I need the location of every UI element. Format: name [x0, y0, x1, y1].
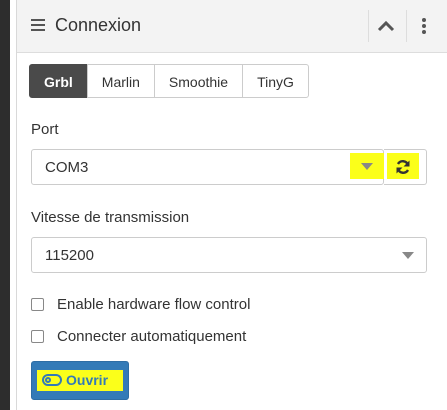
open-button[interactable]: Ouvrir: [31, 361, 129, 400]
connection-widget: Connexion Grbl Marlin Smoothie TinyG Por…: [16, 0, 447, 410]
widget-header: Connexion: [17, 0, 447, 53]
baud-rate-value: 115200: [45, 247, 94, 264]
tab-grbl[interactable]: Grbl: [29, 64, 88, 98]
tab-marlin[interactable]: Marlin: [86, 64, 155, 98]
chevron-up-icon: [377, 20, 395, 32]
baud-rate-select[interactable]: 115200: [31, 237, 427, 273]
caret-down-icon: [361, 163, 373, 170]
auto-connect-checkbox[interactable]: [31, 330, 44, 343]
open-button-label: Ouvrir: [66, 372, 109, 388]
port-value: COM3: [45, 159, 89, 176]
toggle-off-icon: [42, 374, 62, 386]
more-vertical-icon: [422, 18, 426, 34]
tab-smoothie[interactable]: Smoothie: [153, 64, 244, 98]
bars-icon[interactable]: [31, 19, 45, 31]
port-select[interactable]: COM3: [31, 149, 384, 185]
controller-tabs: Grbl Marlin Smoothie TinyG: [29, 64, 309, 98]
port-label: Port: [31, 121, 59, 138]
caret-down-icon: [402, 252, 414, 259]
refresh-icon: [396, 160, 410, 174]
tab-tinyg[interactable]: TinyG: [242, 64, 309, 98]
flow-control-checkbox[interactable]: [31, 298, 44, 311]
more-options-button[interactable]: [406, 10, 441, 42]
flow-control-option[interactable]: Enable hardware flow control: [31, 296, 250, 313]
refresh-ports-button[interactable]: [384, 149, 427, 185]
auto-connect-option[interactable]: Connecter automatiquement: [31, 328, 246, 345]
auto-connect-label: Connecter automatiquement: [57, 328, 247, 345]
background-panel: [0, 0, 10, 410]
flow-control-label: Enable hardware flow control: [57, 296, 251, 313]
widget-title: Connexion: [55, 15, 142, 35]
baud-rate-label: Vitesse de transmission: [31, 209, 190, 226]
collapse-button[interactable]: [368, 10, 403, 42]
